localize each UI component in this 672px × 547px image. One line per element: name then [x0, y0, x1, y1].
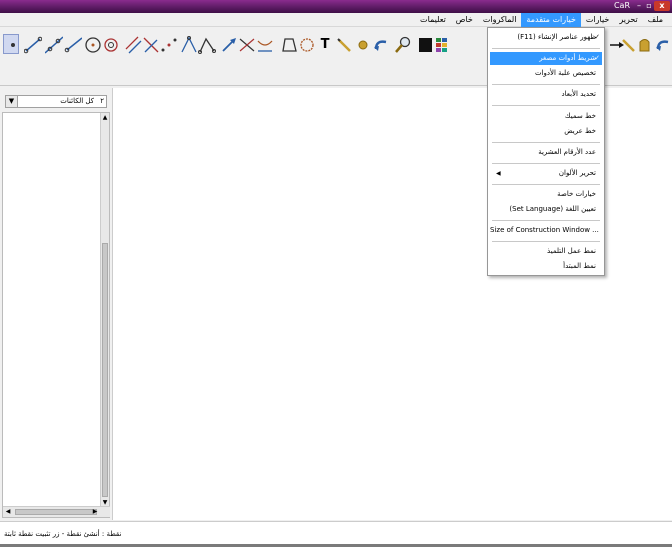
ray-icon[interactable] [64, 35, 83, 55]
pencil-icon[interactable] [336, 35, 354, 55]
menu-item-label: عدد الأرقام العشرية [538, 148, 596, 156]
menu-item-label: نمط المبتدأ [563, 262, 596, 270]
vector-icon[interactable] [256, 35, 274, 55]
menu-item-show-construction[interactable]: ✓ (F11) ظهور عناصر الإنشاء [490, 31, 602, 44]
window-title: CaR [613, 1, 630, 10]
hand-tool-icon[interactable] [636, 35, 654, 55]
menu-separator [492, 184, 600, 185]
horizontal-scrollbar[interactable]: ◀ ▶ [3, 506, 110, 517]
menu-item-label: خط سميك [564, 112, 596, 120]
menu-separator [492, 142, 600, 143]
menu-edit[interactable]: تحرير [614, 13, 642, 27]
menu-item-label: خط عريض [564, 127, 596, 135]
menu-item-label: تحديد الأبعاد [561, 90, 596, 98]
parallel-icon[interactable] [124, 35, 142, 55]
scroll-left-icon[interactable]: ◀ [3, 507, 13, 517]
move-icon[interactable] [220, 35, 238, 55]
check-icon: ✓ [594, 54, 600, 62]
scroll-right-icon[interactable]: ▶ [90, 507, 100, 517]
color-palette-icon[interactable] [434, 35, 452, 55]
undo-icon[interactable] [372, 35, 390, 55]
menu-item-set-dimensions[interactable]: تحديد الأبعاد [490, 88, 602, 101]
menu-advanced-options[interactable]: خيارات متقدمة [521, 13, 581, 27]
object-filter-value: كل الكائنات [60, 97, 94, 105]
object-list-panel: ▼ كل الكائنات ٢ ▲ ▼ ◀ ▶ [2, 90, 110, 518]
polygon-icon[interactable] [280, 35, 298, 55]
segment-icon[interactable] [23, 35, 43, 55]
menu-item-wide-line[interactable]: خط عريض [490, 125, 602, 138]
fixed-angle-icon[interactable] [198, 35, 216, 55]
menu-separator [492, 48, 600, 49]
menu-item-label: نمط عمل التلميذ [547, 247, 596, 255]
point-tool-icon[interactable] [3, 34, 19, 54]
menu-item-compact-toolbar[interactable]: ✓ شريط أدوات مصغر [490, 52, 602, 65]
object-filter-select[interactable]: ▼ كل الكائنات ٢ [5, 95, 107, 108]
maximize-button[interactable]: ▫ [644, 1, 654, 11]
menu-item-label: (F11) ظهور عناصر الإنشاء [517, 33, 596, 41]
zoom-icon[interactable] [394, 35, 412, 55]
scrollbar-thumb[interactable] [102, 243, 108, 497]
scroll-up-icon[interactable]: ▲ [101, 113, 109, 122]
vertical-scrollbar[interactable]: ▲ ▼ [100, 113, 109, 507]
menu-item-label: تخصيص علبة الأدوات [534, 69, 596, 77]
menu-item-label: (Set Language) تعيين اللغة [509, 205, 596, 213]
text-tool-icon[interactable]: T [316, 35, 334, 55]
menu-file[interactable]: ملف [643, 13, 668, 27]
menu-item-special-options[interactable]: خيارات خاصة [490, 188, 602, 201]
menu-item-decimal-places[interactable]: عدد الأرقام العشرية [490, 146, 602, 159]
color-black-icon[interactable] [416, 35, 434, 55]
delete-icon[interactable] [354, 35, 372, 55]
perpendicular-icon[interactable] [142, 35, 160, 55]
title-bar: CaR – ▫ x [0, 0, 672, 13]
menu-separator [492, 105, 600, 106]
menu-item-customize-toolbox[interactable]: تخصيص علبة الأدوات [490, 67, 602, 80]
status-text: نقطة : أنشئ نقطة - زر تثبيت نقطة ثابتة [4, 530, 122, 538]
menu-item-label: شريط أدوات مصغر [539, 54, 596, 62]
menu-item-edit-colors[interactable]: ◀ تحرير الألوان [490, 167, 602, 180]
redo-icon[interactable] [654, 35, 672, 55]
menu-separator [492, 84, 600, 85]
menu-separator [492, 220, 600, 221]
chevron-left-icon: ◀ [496, 170, 501, 177]
status-bar: نقطة : أنشئ نقطة - زر تثبيت نقطة ثابتة [0, 521, 672, 547]
chevron-down-icon[interactable]: ▼ [6, 96, 18, 107]
menu-special[interactable]: خاص [451, 13, 478, 27]
check-icon: ✓ [594, 33, 600, 41]
midpoint-icon[interactable] [160, 35, 178, 55]
menu-separator [492, 163, 600, 164]
menu-item-label: خيارات خاصة [557, 190, 596, 198]
advanced-options-menu: ✓ (F11) ظهور عناصر الإنشاء ✓ شريط أدوات … [487, 27, 605, 276]
object-list[interactable]: ▲ ▼ ◀ ▶ [2, 112, 110, 518]
angle-icon[interactable] [180, 35, 198, 55]
menu-item-thick-line[interactable]: خط سميك [490, 110, 602, 123]
menu-item-label: Size of Construction Window ... [490, 226, 599, 234]
line-icon[interactable] [44, 35, 64, 55]
menu-item-set-language[interactable]: (Set Language) تعيين اللغة [490, 203, 602, 216]
object-filter-number: ٢ [100, 97, 104, 105]
menu-help[interactable]: تعليمات [415, 13, 451, 27]
scrollbar-thumb[interactable] [15, 509, 97, 515]
menu-options[interactable]: خيارات [581, 13, 614, 27]
menu-item-label: تحرير الألوان [558, 169, 596, 177]
menu-item-construction-window-size[interactable]: Size of Construction Window ... [490, 224, 602, 237]
close-button[interactable]: x [654, 1, 670, 11]
circle-icon[interactable] [84, 35, 102, 55]
minimize-button[interactable]: – [634, 1, 644, 11]
menu-separator [492, 241, 600, 242]
menu-bar: ملف تحرير خيارات خيارات متقدمة الماكروات… [0, 13, 672, 27]
menu-item-beginner-mode[interactable]: نمط المبتدأ [490, 260, 602, 273]
menu-macros[interactable]: الماكروات [478, 13, 522, 27]
menu-item-student-mode[interactable]: نمط عمل التلميذ [490, 245, 602, 258]
compass-icon[interactable] [102, 35, 120, 55]
intersection-icon[interactable] [238, 35, 256, 55]
locus-icon[interactable] [298, 35, 316, 55]
